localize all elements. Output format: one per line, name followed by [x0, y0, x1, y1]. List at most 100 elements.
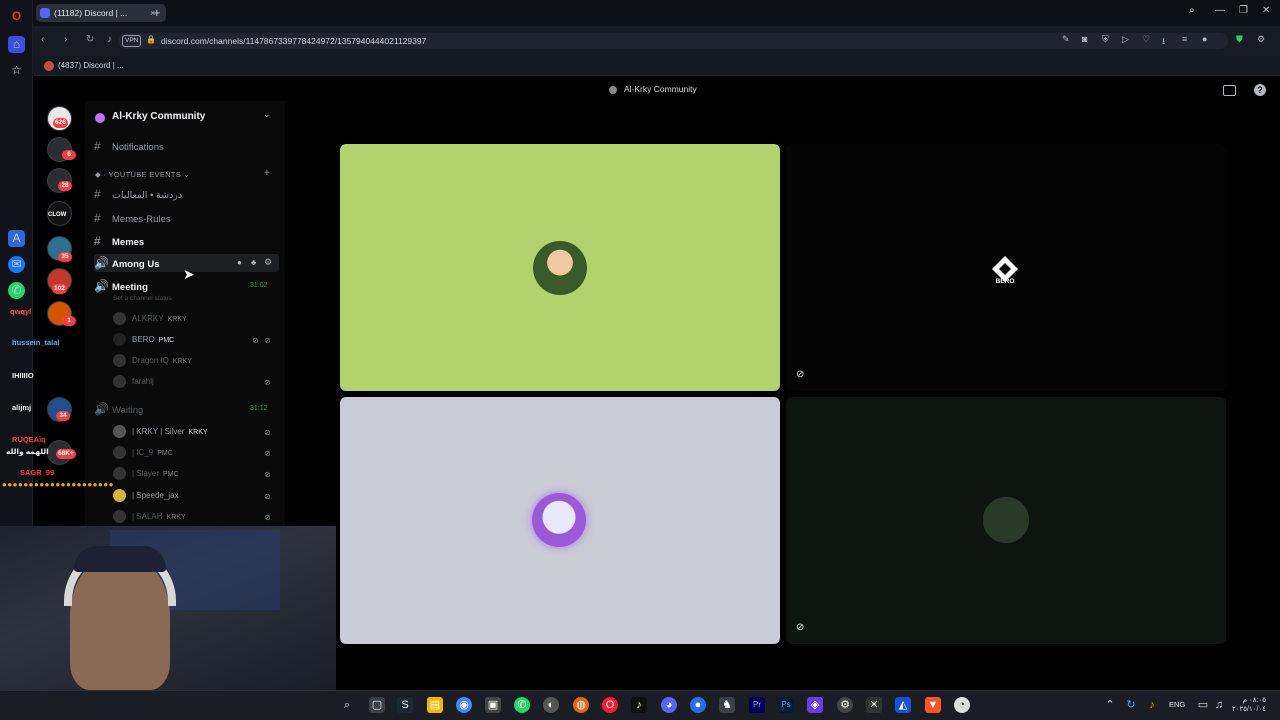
- text-channel-icon: #: [94, 211, 101, 225]
- bero-logo-text: BERO: [995, 278, 1015, 285]
- task-view-icon[interactable]: ▢: [369, 697, 385, 713]
- opera-logo-icon[interactable]: O: [8, 8, 25, 25]
- app-icon[interactable]: ◭: [895, 697, 911, 713]
- app-icon[interactable]: ◍: [573, 697, 589, 713]
- voice-user[interactable]: ALKRKY KRKY: [113, 311, 278, 327]
- chevron-down-icon[interactable]: ⌄: [263, 109, 271, 120]
- text-channel-icon: #: [94, 234, 101, 248]
- voice-user[interactable]: | IC_9 PMC: [113, 445, 278, 461]
- menu-icon[interactable]: ≡: [1182, 34, 1187, 44]
- chat-username: IHIIIIO: [12, 371, 34, 380]
- channel-notifications[interactable]: # Notifications: [94, 137, 279, 155]
- star-icon[interactable]: ☆: [8, 62, 25, 79]
- app-icon[interactable]: ●: [690, 697, 706, 713]
- forward-icon[interactable]: ›: [64, 34, 67, 45]
- mute-icon: ⊘: [796, 622, 805, 633]
- channel-label: Meeting: [112, 282, 148, 293]
- role-tag: KRKY: [167, 316, 187, 323]
- mic-icon[interactable]: ♪: [1144, 697, 1160, 713]
- voice-user[interactable]: | Slayer PMC: [113, 466, 278, 482]
- file-explorer-icon[interactable]: ▤: [427, 697, 443, 713]
- volume-icon[interactable]: ♫: [1211, 697, 1227, 713]
- app-icon[interactable]: ◈: [807, 697, 823, 713]
- chat-emoji-row: ●●●●●●●●●●●●●●●●●●●●●: [2, 480, 114, 489]
- app-icon[interactable]: ♞: [719, 697, 735, 713]
- channel-status-hint[interactable]: Set a channel status: [113, 295, 172, 302]
- add-channel-icon[interactable]: +: [264, 168, 270, 179]
- invite-icon[interactable]: ♣: [251, 258, 256, 267]
- tiktok-icon[interactable]: ♪: [631, 697, 647, 713]
- search-tabs-icon[interactable]: ⌕: [1189, 5, 1195, 16]
- category-youtube-events[interactable]: ◆ · YOUTUBE EVENTS ⌄: [95, 170, 190, 179]
- server-name[interactable]: Al-Krky Community: [112, 111, 205, 122]
- vpn-badge[interactable]: VPN: [122, 35, 142, 47]
- voice-user[interactable]: | Speede_jax: [113, 488, 278, 504]
- tab-discord[interactable]: (11182) Discord | ...: [36, 4, 166, 22]
- sync-icon[interactable]: ↻: [1123, 697, 1139, 713]
- help-icon[interactable]: ?: [1254, 84, 1266, 96]
- system-clock[interactable]: ٠٨:٠٥ م ٢٠٢٥/١٠/٠٤: [1232, 696, 1266, 714]
- clock-time: ٠٨:٠٥ م: [1242, 697, 1266, 704]
- steam-icon[interactable]: S: [397, 697, 413, 713]
- settings-icon[interactable]: ⚙: [837, 697, 853, 713]
- messenger-icon[interactable]: ✉: [8, 256, 25, 273]
- voice-user[interactable]: Dragon IQ KRKY: [113, 353, 278, 369]
- lock-icon[interactable]: 🔒: [146, 35, 156, 44]
- deafened-icon: ⊘: [796, 369, 805, 380]
- minimize-icon[interactable]: —: [1215, 5, 1225, 16]
- server-badge: 35: [58, 252, 72, 262]
- voice-user[interactable]: farahlj: [113, 374, 278, 390]
- text-channel-icon: #: [94, 187, 101, 201]
- category-label: YOUTUBE EVENTS: [108, 170, 182, 179]
- whatsapp-icon[interactable]: ✆: [8, 282, 25, 299]
- opera-icon[interactable]: O: [602, 697, 618, 713]
- voice-user[interactable]: | SALAH KRKY: [113, 509, 278, 525]
- channel-events-chat[interactable]: # دردشة • الفعاليات: [94, 185, 279, 203]
- app-icon[interactable]: ◔: [954, 697, 970, 713]
- download-icon[interactable]: ⭳: [1162, 34, 1165, 50]
- bandana: [74, 546, 166, 572]
- channel-memes[interactable]: # Memes: [94, 232, 279, 250]
- input-language[interactable]: ENG: [1169, 700, 1185, 709]
- shield-icon[interactable]: ⛨: [1102, 34, 1109, 45]
- settings-icon[interactable]: ⚙: [1257, 34, 1265, 45]
- maximize-icon[interactable]: ❐: [1239, 5, 1248, 16]
- profile-icon[interactable]: ●: [1202, 34, 1207, 44]
- voice-timer: 31:12: [250, 405, 268, 412]
- url-text[interactable]: discord.com/channels/1147867339778424972…: [161, 35, 426, 47]
- premiere-icon[interactable]: Pr: [749, 697, 765, 713]
- voice-user[interactable]: | KRKY | Silver KRKY: [113, 424, 278, 440]
- avatar: [113, 467, 126, 481]
- brave-icon[interactable]: ▼: [925, 697, 941, 713]
- mic-icon[interactable]: ♪: [107, 34, 112, 45]
- network-icon[interactable]: ▭: [1195, 697, 1211, 713]
- discord-icon[interactable]: ◕: [661, 697, 677, 713]
- camera-icon[interactable]: ◙: [1082, 34, 1087, 44]
- channel-settings-icon[interactable]: ⚙: [264, 257, 272, 268]
- reload-icon[interactable]: ↻: [86, 34, 94, 45]
- new-tab-button[interactable]: +: [153, 4, 161, 22]
- search-icon[interactable]: ⌕: [339, 697, 355, 713]
- app-icon[interactable]: ✕: [866, 697, 882, 713]
- app-icon[interactable]: A: [8, 230, 25, 247]
- back-icon[interactable]: ‹: [41, 34, 44, 45]
- app-icon[interactable]: ◐: [543, 697, 559, 713]
- bookmark-discord[interactable]: (4837) Discord | ...: [44, 60, 124, 72]
- channel-memes-rules[interactable]: # Memes-Rules: [94, 209, 279, 227]
- role-tag: PMC: [157, 450, 173, 457]
- app-icon[interactable]: ▣: [485, 697, 501, 713]
- play-icon[interactable]: ▷: [1122, 34, 1129, 45]
- edit-icon[interactable]: ✎: [1062, 34, 1070, 45]
- chevron-up-icon[interactable]: ⌃: [1102, 697, 1118, 713]
- close-window-icon[interactable]: ✕: [1262, 5, 1270, 16]
- chrome-icon[interactable]: ◉: [456, 697, 472, 713]
- avatar: [113, 489, 126, 503]
- chat-icon[interactable]: ●: [237, 258, 242, 267]
- vpn-shield-icon[interactable]: ⛊: [1236, 34, 1243, 45]
- whatsapp-icon[interactable]: ✆: [514, 697, 530, 713]
- photoshop-icon[interactable]: Ps: [778, 697, 794, 713]
- channel-label: Among Us: [112, 259, 160, 270]
- home-icon[interactable]: ⌂: [8, 36, 25, 53]
- inbox-icon[interactable]: [1223, 85, 1236, 96]
- heart-icon[interactable]: ♡: [1142, 34, 1150, 45]
